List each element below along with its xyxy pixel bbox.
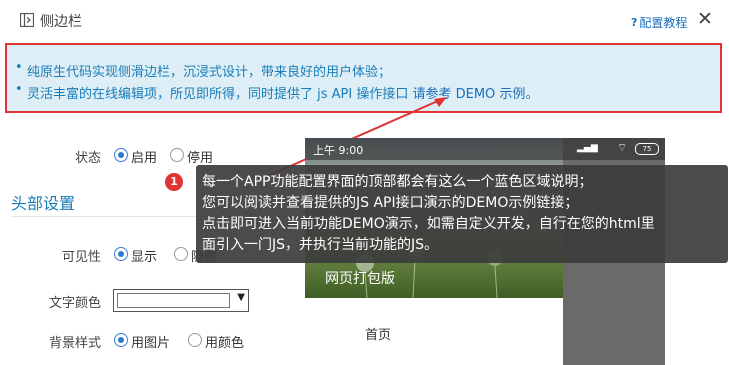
- question-icon: ?: [631, 16, 638, 29]
- visibility-radio-show[interactable]: [114, 247, 128, 261]
- info-line-2-text: 灵活丰富的在线编辑项，所见即所得，同时提供了 js API 操作接口: [27, 87, 413, 102]
- tooltip-line-2: 您可以阅读并查看提供的JS API接口演示的DEMO示例链接；: [202, 195, 579, 211]
- visibility-radio-hide[interactable]: [174, 247, 188, 261]
- sidebar-panel-icon: [20, 13, 34, 27]
- info-description-box: 纯原生代码实现侧滑边栏，沉浸式设计，带来良好的用户体验； 灵活丰富的在线编辑项，…: [5, 43, 722, 113]
- bg-style-option-color[interactable]: 用颜色: [205, 332, 244, 351]
- section-title-header-settings: 头部设置: [11, 194, 76, 213]
- close-icon[interactable]: ✕: [697, 9, 713, 29]
- signal-icon: ▂▄▆: [577, 143, 598, 153]
- text-color-picker[interactable]: ▼: [113, 289, 249, 312]
- info-line-2: 灵活丰富的在线编辑项，所见即所得，同时提供了 js API 操作接口 请参考 D…: [15, 82, 539, 102]
- bg-style-option-image[interactable]: 用图片: [131, 332, 170, 351]
- tooltip-line-1: 每一个APP功能配置界面的顶部都会有这么一个蓝色区域说明；: [202, 174, 593, 190]
- demo-link[interactable]: 请参考 DEMO 示例: [412, 87, 525, 102]
- status-option-disabled[interactable]: 停用: [187, 147, 213, 166]
- preview-app-title: 网页打包版: [325, 271, 395, 287]
- step-badge: 1: [165, 173, 183, 191]
- bg-style-label: 背景样式: [48, 336, 101, 351]
- text-color-label: 文字颜色: [48, 296, 101, 311]
- phone-time: 上午 9:00: [313, 144, 364, 157]
- info-line-2-suffix: 。: [525, 87, 539, 102]
- wifi-icon: ⌔: [617, 141, 628, 154]
- phone-status-bar: 上午 9:00 ▂▄▆ ◠ 75: [305, 138, 563, 160]
- battery-icon: 75: [635, 143, 659, 155]
- help-link-label: 配置教程: [639, 16, 688, 30]
- visibility-label: 可见性: [61, 250, 101, 265]
- status-label: 状态: [74, 151, 101, 166]
- info-line-1: 纯原生代码实现侧滑边栏，沉浸式设计，带来良好的用户体验；: [15, 60, 391, 80]
- visibility-option-show[interactable]: 显示: [131, 246, 157, 265]
- preview-menu-item-home: 首页: [365, 328, 392, 343]
- status-radio-enabled[interactable]: [114, 148, 128, 162]
- status-radio-disabled[interactable]: [170, 148, 184, 162]
- dropdown-arrow-icon: ▼: [237, 292, 245, 303]
- panel-header: 侧边栏 ? 配置教程 ✕: [0, 0, 729, 42]
- tooltip-line-4: 面引入一门JS，并执行当前功能的JS。: [202, 237, 439, 253]
- page-title: 侧边栏: [40, 14, 82, 30]
- tooltip-line-3: 点击即可进入当前功能DEMO演示，如需自定义开发，自行在您的html里: [202, 216, 655, 232]
- phone-status-bar-right: ▂▄▆ ⌔ 75: [563, 138, 665, 160]
- status-option-enabled[interactable]: 启用: [131, 147, 157, 166]
- color-swatch: [117, 293, 230, 308]
- bg-style-radio-color[interactable]: [188, 333, 202, 347]
- bg-style-radio-image[interactable]: [114, 333, 128, 347]
- help-link[interactable]: ? 配置教程: [631, 14, 687, 31]
- guide-tooltip: 每一个APP功能配置界面的顶部都会有这么一个蓝色区域说明； 您可以阅读并查看提供…: [196, 165, 728, 263]
